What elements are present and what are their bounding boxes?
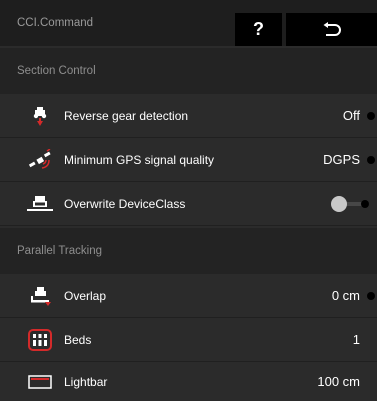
help-button[interactable]: ? xyxy=(235,13,282,46)
overlap-icon xyxy=(26,285,54,307)
beds-icon xyxy=(26,328,54,351)
setting-row-reverse-gear-detection[interactable]: Reverse gear detection Off xyxy=(0,94,377,138)
back-arrow-icon xyxy=(323,21,341,36)
toggle-knob xyxy=(331,195,347,212)
setting-row-minimum-gps-signal-quality[interactable]: Minimum GPS signal quality DGPS xyxy=(0,138,377,182)
row-label: Reverse gear detection xyxy=(64,108,189,123)
row-edge-marker xyxy=(367,291,375,300)
row-label: Lightbar xyxy=(64,374,108,389)
reverse-gear-icon xyxy=(26,105,54,127)
row-label: Overwrite DeviceClass xyxy=(64,196,186,211)
row-value: DGPS xyxy=(323,152,360,167)
setting-row-overwrite-deviceclass[interactable]: Overwrite DeviceClass xyxy=(0,182,377,226)
lightbar-icon xyxy=(26,371,54,393)
section-title: Parallel Tracking xyxy=(17,245,103,257)
setting-row-overlap[interactable]: Overlap 0 cm xyxy=(0,274,377,318)
row-value: Off xyxy=(342,108,360,123)
row-label: Beds xyxy=(64,332,92,347)
row-edge-marker xyxy=(367,155,375,164)
toggle-end-marker xyxy=(361,199,369,208)
device-class-icon xyxy=(26,193,54,215)
help-label: ? xyxy=(253,19,264,39)
top-bar: CCI.Command ? xyxy=(0,0,377,46)
row-value: 0 cm xyxy=(331,288,360,303)
row-value: 100 cm xyxy=(317,374,360,389)
section-title: Section Control xyxy=(17,65,96,77)
row-edge-marker xyxy=(367,111,375,120)
setting-row-lightbar[interactable]: Lightbar 100 cm xyxy=(0,362,377,401)
section-header-section-control: Section Control xyxy=(0,48,377,94)
section-header-parallel-tracking: Parallel Tracking xyxy=(0,228,377,274)
row-label: Overlap xyxy=(64,288,107,303)
row-value: 1 xyxy=(352,332,360,347)
overwrite-deviceclass-toggle[interactable] xyxy=(331,195,369,212)
gps-satellite-icon xyxy=(26,148,54,171)
back-button[interactable] xyxy=(286,13,377,46)
setting-row-beds[interactable]: Beds 1 xyxy=(0,318,377,362)
app-title: CCI.Command xyxy=(17,17,94,29)
row-label: Minimum GPS signal quality xyxy=(64,152,215,167)
